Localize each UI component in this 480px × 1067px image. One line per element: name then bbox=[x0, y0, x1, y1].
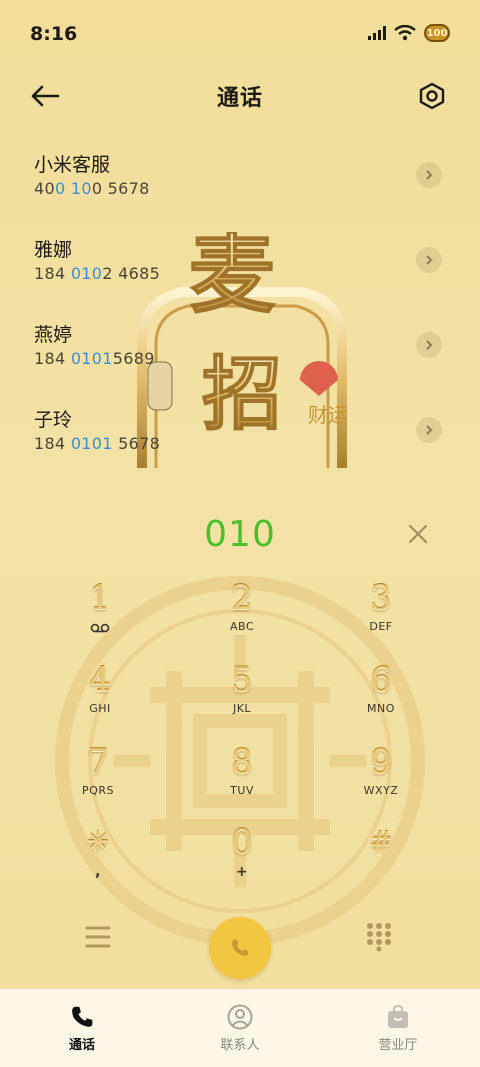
menu-icon bbox=[85, 926, 111, 948]
voicemail-icon bbox=[90, 623, 110, 633]
nav-label: 营业厅 bbox=[378, 1038, 418, 1053]
status-bar: 8:16 100 bbox=[0, 0, 480, 68]
key-6[interactable]: 6 MNO bbox=[311, 660, 451, 736]
dialpad-icon bbox=[367, 923, 391, 952]
nav-label: 联系人 bbox=[220, 1038, 260, 1053]
key-9[interactable]: 9 WXYZ bbox=[311, 742, 451, 818]
shopping-bag-icon bbox=[382, 1002, 414, 1032]
key-letters: ABC bbox=[229, 620, 255, 633]
key-digit: 3 bbox=[370, 578, 392, 618]
battery-icon: 100 bbox=[424, 24, 450, 42]
contacts-icon bbox=[224, 1002, 256, 1032]
contact-name: 子玲 bbox=[34, 409, 73, 431]
menu-button[interactable] bbox=[84, 924, 116, 954]
key-digit: ✳ bbox=[86, 825, 110, 858]
key-letters: PQRS bbox=[82, 784, 114, 797]
key-5[interactable]: 5 JKL bbox=[172, 660, 312, 736]
key-letters: , bbox=[95, 864, 101, 880]
settings-button[interactable] bbox=[414, 78, 450, 114]
key-letters: + bbox=[235, 864, 249, 880]
contact-number: 184 0101 5678 bbox=[34, 434, 161, 453]
contact-detail-button[interactable] bbox=[416, 247, 442, 273]
nav-tab-calls[interactable]: 通话 bbox=[2, 989, 162, 1067]
key-digit: 9 bbox=[370, 742, 392, 782]
key-digit: 8 bbox=[231, 742, 253, 782]
key-letters: JKL bbox=[232, 702, 252, 715]
status-icons: 100 bbox=[368, 24, 450, 42]
key-0[interactable]: 0 + bbox=[172, 822, 312, 898]
dialpad-toggle-button[interactable] bbox=[366, 922, 396, 952]
wifi-icon bbox=[394, 25, 416, 41]
key-star[interactable]: ✳ , bbox=[28, 822, 168, 898]
contact-detail-button[interactable] bbox=[416, 332, 442, 358]
page-title: 通话 bbox=[216, 86, 263, 111]
key-letters: MNO bbox=[367, 702, 395, 715]
chevron-right-icon bbox=[426, 255, 433, 265]
dial-keypad: 1 2 ABC 3 DEF 4 GHI 5 JKL 6 MNO 7 PQRS 8… bbox=[0, 578, 480, 888]
contact-number: 400 100 5678 bbox=[34, 179, 150, 198]
settings-icon bbox=[419, 82, 445, 110]
contact-detail-button[interactable] bbox=[416, 162, 442, 188]
phone-icon bbox=[66, 1002, 98, 1032]
app-bar: 通话 bbox=[0, 68, 480, 126]
bottom-navigation: 通话 联系人 营业厅 bbox=[0, 989, 480, 1067]
signal-icon bbox=[368, 26, 386, 40]
key-letters: DEF bbox=[369, 620, 393, 633]
contact-row[interactable]: 燕婷 184 01015689 bbox=[0, 310, 480, 394]
contact-name: 雅娜 bbox=[34, 239, 73, 261]
contact-name: 小米客服 bbox=[34, 154, 111, 176]
dial-display: 010 bbox=[0, 510, 480, 564]
phone-icon bbox=[232, 939, 248, 956]
key-3[interactable]: 3 DEF bbox=[311, 578, 451, 654]
chevron-right-icon bbox=[426, 340, 433, 350]
key-letters: TUV bbox=[230, 784, 254, 797]
key-4[interactable]: 4 GHI bbox=[30, 660, 170, 736]
contact-row[interactable]: 雅娜 184 0102 4685 bbox=[0, 225, 480, 309]
key-digit: 1 bbox=[89, 578, 111, 618]
key-8[interactable]: 8 TUV bbox=[172, 742, 312, 818]
call-action-row bbox=[0, 910, 480, 982]
key-digit: 7 bbox=[87, 742, 109, 782]
contact-list: 小米客服 400 100 5678 雅娜 184 0102 4685 燕婷 18… bbox=[0, 140, 480, 470]
contact-name: 燕婷 bbox=[34, 324, 73, 346]
key-2[interactable]: 2 ABC bbox=[172, 578, 312, 654]
nav-label: 通话 bbox=[68, 1038, 95, 1053]
clear-button[interactable] bbox=[406, 522, 430, 546]
key-1[interactable]: 1 bbox=[30, 578, 170, 654]
key-digit: # bbox=[369, 825, 393, 858]
key-digit: 2 bbox=[231, 578, 253, 618]
key-letters: GHI bbox=[89, 702, 111, 715]
key-digit: 6 bbox=[370, 660, 392, 700]
key-digit: 5 bbox=[231, 660, 253, 700]
contact-detail-button[interactable] bbox=[416, 417, 442, 443]
key-hash[interactable]: # bbox=[311, 822, 451, 898]
nav-tab-service-hall[interactable]: 营业厅 bbox=[318, 989, 478, 1067]
chevron-right-icon bbox=[426, 170, 433, 180]
key-digit: 0 bbox=[231, 822, 253, 862]
contact-number: 184 0102 4685 bbox=[34, 264, 161, 283]
contact-number: 184 01015689 bbox=[34, 349, 155, 368]
status-time: 8:16 bbox=[30, 23, 78, 45]
contact-row[interactable]: 小米客服 400 100 5678 bbox=[0, 140, 480, 224]
contact-row[interactable]: 子玲 184 0101 5678 bbox=[0, 395, 480, 479]
key-letters: WXYZ bbox=[363, 784, 399, 797]
key-digit: 4 bbox=[89, 660, 111, 700]
call-button[interactable] bbox=[209, 917, 271, 979]
chevron-right-icon bbox=[426, 425, 433, 435]
close-icon bbox=[409, 525, 427, 543]
nav-tab-contacts[interactable]: 联系人 bbox=[160, 989, 320, 1067]
key-7[interactable]: 7 PQRS bbox=[28, 742, 168, 818]
